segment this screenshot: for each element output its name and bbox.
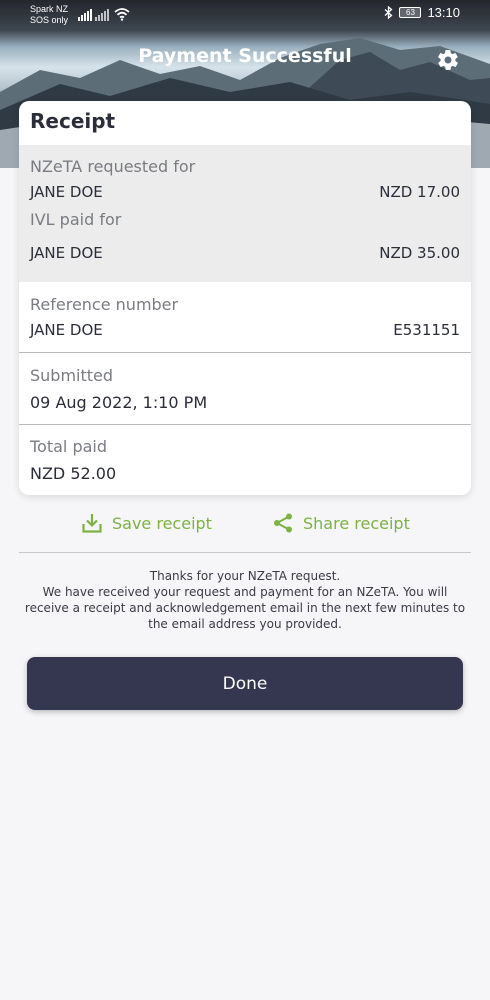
done-button[interactable]: Done — [27, 657, 463, 710]
ivl-name: JANE DOE — [30, 244, 103, 262]
submitted-value: 09 Aug 2022, 1:10 PM — [30, 393, 208, 412]
carrier-label: Spark NZ SOS only — [30, 4, 68, 26]
nzeta-amount: NZD 17.00 — [379, 183, 460, 201]
reference-name: JANE DOE — [30, 321, 103, 339]
divider — [19, 552, 471, 553]
share-icon — [274, 513, 292, 533]
battery-icon: 63 — [399, 7, 422, 18]
reference-label: Reference number — [30, 295, 179, 314]
submitted-section: Submitted 09 Aug 2022, 1:10 PM — [19, 353, 471, 425]
reference-value: E531151 — [393, 321, 460, 339]
download-icon — [82, 514, 102, 533]
wifi-icon — [114, 8, 130, 21]
confirmation-message: Thanks for your NZeTA request. We have r… — [20, 568, 470, 632]
fees-section: NZeTA requested for JANE DOE NZD 17.00 I… — [19, 145, 471, 282]
reference-section: Reference number JANE DOE E531151 — [19, 282, 471, 353]
total-value: NZD 52.00 — [30, 464, 117, 483]
nzeta-row: JANE DOE NZD 17.00 — [30, 183, 460, 206]
carrier-name: Spark NZ — [30, 4, 69, 14]
page-title: Payment Successful — [138, 45, 352, 67]
bluetooth-icon — [385, 6, 393, 19]
save-receipt-button[interactable]: Save receipt — [81, 512, 212, 534]
status-right: 63 13:10 — [384, 5, 460, 20]
ivl-label: IVL paid for — [30, 210, 122, 229]
reference-row: JANE DOE E531151 — [30, 321, 460, 339]
ivl-amount: NZD 35.00 — [379, 244, 460, 262]
status-bar: Spark NZ SOS only 63 13:10 — [0, 0, 490, 32]
save-receipt-label: Save receipt — [112, 513, 212, 533]
receipt-actions: Save receipt Share receipt — [0, 512, 490, 536]
submitted-label: Submitted — [30, 366, 114, 385]
total-label: Total paid — [30, 437, 108, 456]
signal-2-icon — [95, 9, 109, 21]
carrier-status: SOS only — [30, 15, 69, 25]
message-line-2: We have received your request and paymen… — [24, 585, 466, 631]
ivl-row: JANE DOE NZD 35.00 — [30, 244, 460, 267]
nzeta-name: JANE DOE — [30, 183, 103, 201]
total-section: Total paid NZD 52.00 — [19, 425, 471, 483]
nzeta-label: NZeTA requested for — [30, 157, 196, 176]
message-line-1: Thanks for your NZeTA request. — [149, 569, 341, 583]
share-receipt-button[interactable]: Share receipt — [272, 512, 410, 534]
gear-icon[interactable] — [436, 48, 460, 72]
clock: 13:10 — [427, 5, 460, 20]
receipt-title: Receipt — [30, 109, 116, 133]
share-receipt-label: Share receipt — [303, 513, 410, 533]
receipt-card: Receipt NZeTA requested for JANE DOE NZD… — [19, 101, 471, 495]
signal-icon — [78, 9, 92, 21]
